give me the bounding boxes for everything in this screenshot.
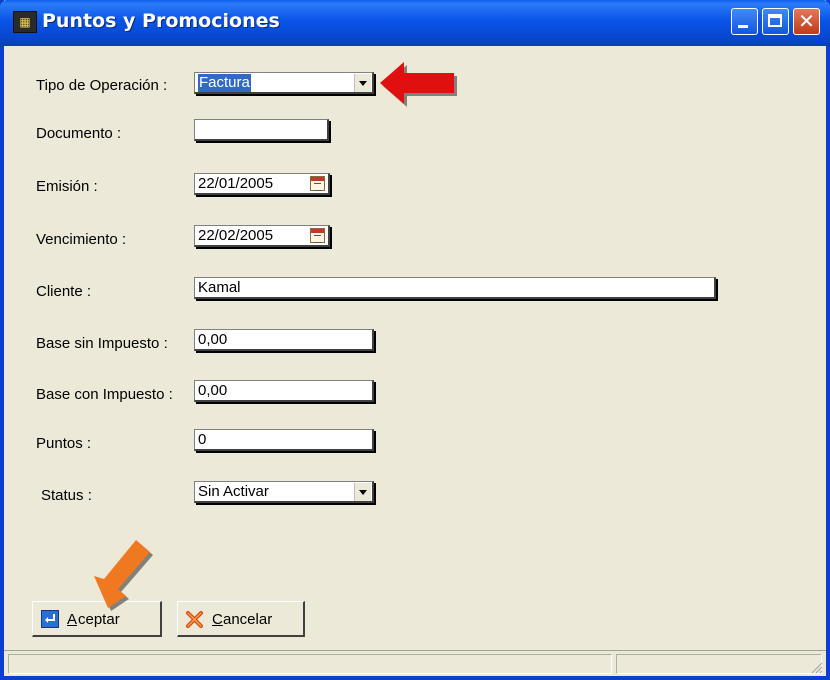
documento-label: Documento : xyxy=(36,125,122,142)
tipo-operacion-value: Factura xyxy=(198,74,251,92)
enter-icon xyxy=(41,610,59,628)
orange-arrow-annotation xyxy=(94,540,153,611)
emision-label: Emisión : xyxy=(36,178,98,195)
cancelar-button[interactable]: Cancelar xyxy=(177,601,305,637)
title-bar[interactable]: ▦ Puntos y Promociones ✕ xyxy=(0,0,830,46)
close-button[interactable]: ✕ xyxy=(793,8,820,35)
puntos-input[interactable]: 0 xyxy=(194,429,374,451)
app-icon: ▦ xyxy=(13,11,37,33)
status-pane xyxy=(8,654,612,674)
calendar-icon[interactable] xyxy=(310,228,325,243)
window-title: Puntos y Promociones xyxy=(42,10,280,32)
documento-input[interactable] xyxy=(194,119,329,141)
emision-date-input[interactable]: 22/01/2005 xyxy=(194,173,330,195)
chevron-down-icon[interactable] xyxy=(354,74,371,92)
base-con-impuesto-input[interactable]: 0,00 xyxy=(194,380,374,402)
minimize-icon xyxy=(738,25,748,28)
maximize-button[interactable] xyxy=(762,8,789,35)
status-select[interactable]: Sin Activar xyxy=(194,481,374,503)
puntos-label: Puntos : xyxy=(36,435,92,452)
chevron-down-icon[interactable] xyxy=(354,483,371,501)
maximize-icon xyxy=(768,14,782,27)
resize-grip-icon[interactable] xyxy=(809,660,823,674)
minimize-button[interactable] xyxy=(731,8,758,35)
aceptar-label: A xyxy=(67,611,78,628)
status-label: Status : xyxy=(41,487,92,504)
base-sin-impuesto-label: Base sin Impuesto : xyxy=(36,335,168,352)
cancelar-label-rest: ancelar xyxy=(223,611,273,628)
close-icon: ✕ xyxy=(798,9,815,33)
x-icon xyxy=(186,611,203,628)
tipo-operacion-select[interactable]: Factura xyxy=(194,72,374,94)
emision-value: 22/01/2005 xyxy=(198,175,274,192)
cancelar-label: C xyxy=(212,611,223,628)
aceptar-label-rest: ceptar xyxy=(78,611,120,628)
vencimiento-value: 22/02/2005 xyxy=(198,227,274,244)
vencimiento-date-input[interactable]: 22/02/2005 xyxy=(194,225,330,247)
calendar-icon[interactable] xyxy=(310,176,325,191)
cliente-label: Cliente : xyxy=(36,283,92,300)
tipo-operacion-label: Tipo de Operación : xyxy=(36,77,168,94)
status-pane xyxy=(616,654,822,674)
vencimiento-label: Vencimiento : xyxy=(36,231,127,248)
status-bar xyxy=(4,650,826,677)
base-con-impuesto-label: Base con Impuesto : xyxy=(36,386,173,403)
cliente-input[interactable]: Kamal xyxy=(194,277,716,299)
base-sin-impuesto-input[interactable]: 0,00 xyxy=(194,329,374,351)
status-value: Sin Activar xyxy=(198,483,269,500)
red-arrow-annotation xyxy=(380,62,457,107)
